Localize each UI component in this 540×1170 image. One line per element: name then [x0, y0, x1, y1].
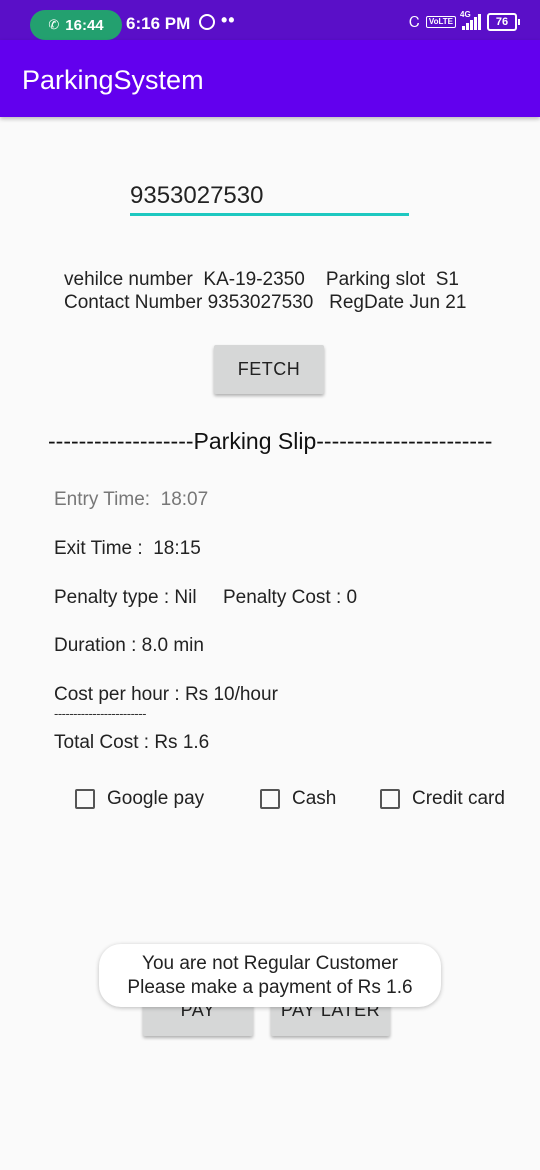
- entry-time: Entry Time: 18:07: [54, 489, 209, 510]
- bluetooth-icon: Ꮯ: [409, 13, 420, 31]
- cost-per-hour: Cost per hour : Rs 10/hour: [54, 684, 278, 705]
- app-bar: ParkingSystem: [0, 40, 540, 117]
- battery-level: 76: [487, 13, 517, 31]
- cash-checkbox[interactable]: [260, 789, 280, 809]
- signal-icon: 4G: [460, 10, 481, 30]
- phone-icon: ✆: [48, 17, 60, 32]
- vehicle-info-line1: vehilce number KA-19-2350 Parking slot S…: [64, 269, 459, 290]
- status-clock: 6:16 PM: [126, 14, 191, 33]
- more-notifications-icon: ••: [221, 10, 236, 30]
- volte-icon: VoLTE: [425, 16, 456, 28]
- app-title: ParkingSystem: [22, 65, 204, 95]
- payment-option-credit-card[interactable]: Credit card: [380, 786, 505, 812]
- google-pay-label: Google pay: [107, 788, 205, 809]
- payment-option-google-pay[interactable]: Google pay: [75, 786, 204, 812]
- penalty-info: Penalty type : Nil Penalty Cost : 0: [54, 587, 358, 608]
- fetch-button[interactable]: FETCH: [214, 345, 324, 394]
- google-pay-checkbox[interactable]: [75, 789, 95, 809]
- total-cost: Total Cost : Rs 1.6: [54, 732, 210, 753]
- cash-label: Cash: [292, 788, 337, 809]
- payment-option-cash[interactable]: Cash: [260, 786, 336, 812]
- network-type: 4G: [460, 10, 471, 19]
- status-bar: ✆ 16:44 6:16 PM •• Ꮯ VoLTE 4G 76: [0, 0, 540, 40]
- payment-toast: You are not Regular Customer Please make…: [99, 944, 441, 1007]
- exit-time: Exit Time : 18:15: [54, 538, 201, 559]
- toast-line2: Please make a payment of Rs 1.6: [127, 976, 413, 998]
- contact-number-input[interactable]: [130, 178, 409, 216]
- duration: Duration : 8.0 min: [54, 635, 204, 656]
- credit-card-checkbox[interactable]: [380, 789, 400, 809]
- ongoing-call-chip[interactable]: ✆ 16:44: [30, 10, 122, 40]
- battery-icon: 76: [487, 13, 520, 31]
- alarm-icon: [199, 14, 215, 30]
- credit-card-label: Credit card: [412, 788, 505, 809]
- call-duration: 16:44: [65, 16, 104, 34]
- toast-line1: You are not Regular Customer: [142, 952, 398, 974]
- slip-divider: ------------------------: [54, 706, 146, 721]
- vehicle-info-line2: Contact Number 9353027530 RegDate Jun 21: [64, 292, 467, 313]
- parking-slip-header: -------------------Parking Slip---------…: [48, 428, 493, 454]
